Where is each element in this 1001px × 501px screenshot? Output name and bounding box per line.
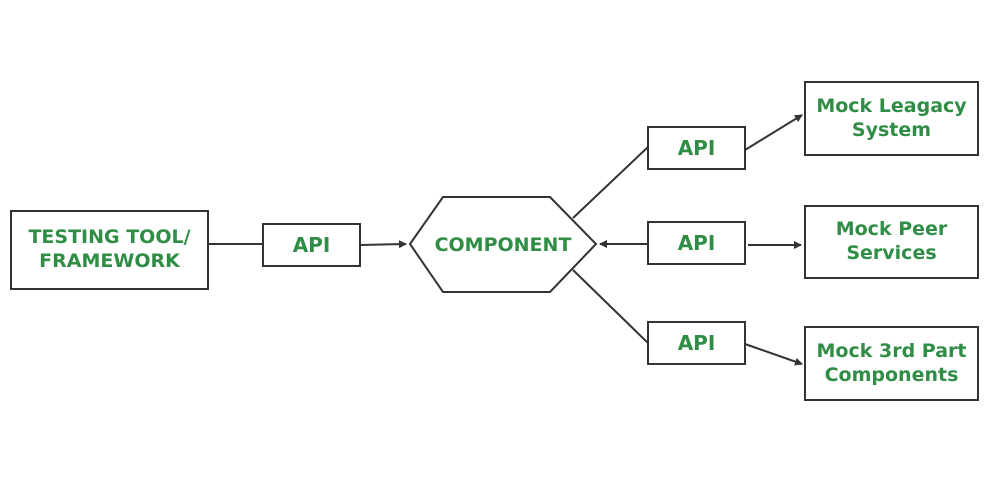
api-mid-node: API: [647, 221, 746, 265]
mock-legacy-node: Mock Leagacy System: [804, 81, 979, 156]
api-main-label: API: [292, 232, 331, 257]
api-bottom-label: API: [677, 330, 716, 355]
mock-third-party-label: Mock 3rd Part Components: [816, 339, 967, 386]
mock-peer-label: Mock Peer Services: [835, 218, 948, 264]
mock-legacy-label: Mock Leagacy System: [816, 94, 967, 141]
testing-tool-node: TESTING TOOL/ FRAMEWORK: [10, 210, 209, 290]
component-node: COMPONENT: [410, 197, 596, 292]
mock-third-party-node: Mock 3rd Part Components: [804, 326, 979, 401]
api-top-label: API: [677, 135, 716, 160]
edge-api-to-component: [360, 240, 407, 249]
api-mid-label: API: [677, 230, 716, 255]
mock-peer-node: Mock Peer Services: [804, 205, 979, 279]
component-label: COMPONENT: [434, 233, 572, 256]
api-top-node: API: [647, 126, 746, 170]
testing-tool-label: TESTING TOOL/ FRAMEWORK: [28, 226, 191, 272]
edge-api-bottom-to-third-party: [744, 343, 803, 366]
api-main-node: API: [262, 223, 361, 267]
api-bottom-node: API: [647, 321, 746, 365]
edge-api-top-to-legacy: [744, 114, 803, 151]
